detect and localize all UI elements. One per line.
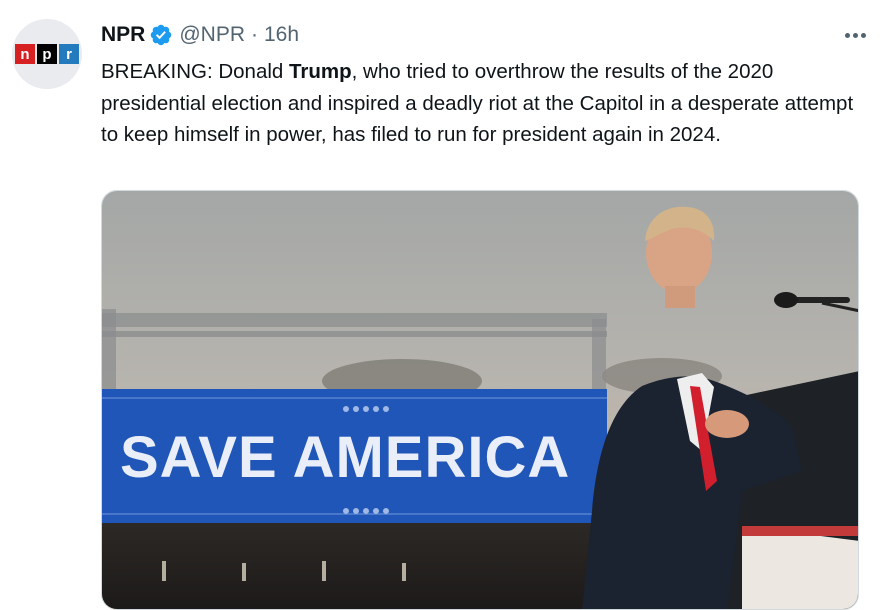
npr-logo: n p r [15,44,79,64]
rally-photo: SAVE AMERICA [102,191,858,609]
separator-dot: · [251,23,258,46]
tweet[interactable]: n p r NPR @NPR · 16h BREAKING: Donald Tr… [0,0,896,610]
tweet-media-photo[interactable]: SAVE AMERICA [101,190,859,610]
more-dot [860,32,866,38]
tweet-timestamp[interactable]: 16h [264,23,299,47]
logo-letter-n: n [15,44,35,64]
author-handle[interactable]: @NPR [179,23,245,47]
more-dot [852,32,858,38]
logo-letter-p: p [37,44,57,64]
tweet-header: NPR @NPR · 16h [101,22,299,48]
tweet-text-start: BREAKING: Donald [101,60,289,83]
tweet-text-bold[interactable]: Trump [289,60,352,83]
banner-text: SAVE AMERICA [120,425,570,490]
verified-badge-icon [151,24,172,46]
logo-letter-r: r [59,44,79,64]
tweet-text: BREAKING: Donald Trump, who tried to ove… [101,56,871,151]
more-dot [844,32,850,38]
avatar[interactable]: n p r [12,19,82,89]
author-name[interactable]: NPR [101,23,145,47]
more-options-icon[interactable] [838,22,872,48]
